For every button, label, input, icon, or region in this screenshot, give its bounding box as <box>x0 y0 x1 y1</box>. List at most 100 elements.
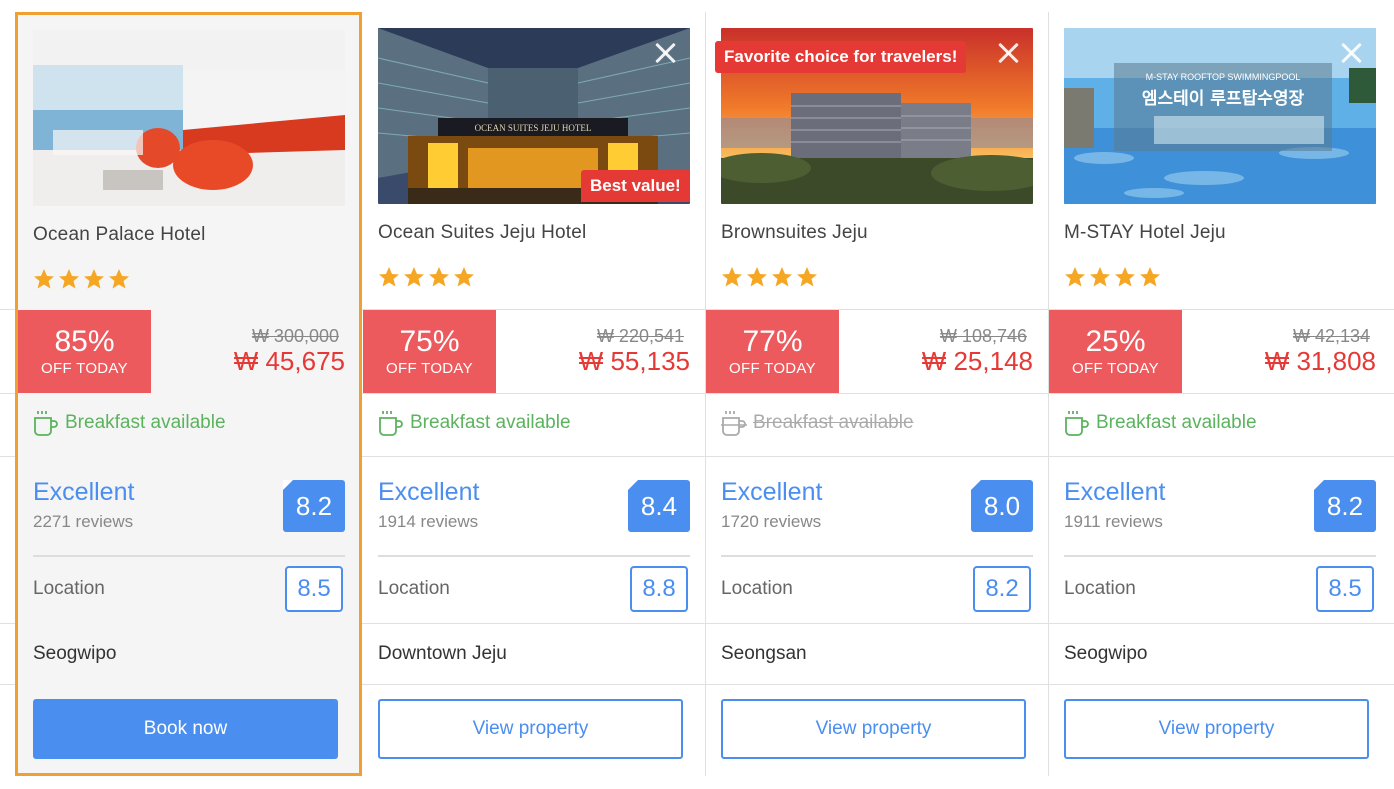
discount-label: OFF TODAY <box>729 360 816 377</box>
discount-label: OFF TODAY <box>41 360 128 377</box>
breakfast-label: Breakfast available <box>753 412 914 433</box>
column-divider <box>705 12 706 776</box>
discount-badge: 75% OFF TODAY <box>363 310 496 393</box>
section-divider <box>378 555 690 557</box>
star-rating <box>377 265 476 289</box>
review-count[interactable]: 1720 reviews <box>721 512 821 532</box>
breakfast-info: Breakfast available <box>1064 409 1257 437</box>
review-score: 8.2 <box>1314 480 1376 532</box>
discount-percent: 77% <box>742 325 803 358</box>
original-price: ₩ 300,000 <box>251 326 339 346</box>
star-rating <box>720 265 819 289</box>
district: Seogwipo <box>1064 643 1148 664</box>
discount-badge: 77% OFF TODAY <box>706 310 839 393</box>
hotel-name[interactable]: Brownsuites Jeju <box>721 222 868 244</box>
discounted-price: ₩ 45,675 <box>233 346 345 376</box>
close-icon[interactable] <box>650 38 680 68</box>
breakfast-info: Breakfast available <box>33 409 226 437</box>
hotel-photo[interactable] <box>33 30 345 206</box>
location-label: Location <box>33 578 105 599</box>
location-label: Location <box>378 578 450 599</box>
book-now-button[interactable]: Book now <box>33 699 338 759</box>
breakfast-info: Breakfast available <box>721 409 914 437</box>
star-icon <box>109 269 129 289</box>
rating-word: Excellent <box>33 478 135 506</box>
star-icon <box>404 267 424 287</box>
review-count[interactable]: 2271 reviews <box>33 512 133 532</box>
location-score: 8.2 <box>973 566 1031 612</box>
coffee-cup-icon <box>1065 411 1089 436</box>
discount-badge: 25% OFF TODAY <box>1049 310 1182 393</box>
view-property-button[interactable]: View property <box>378 699 683 759</box>
view-property-button[interactable]: View property <box>1064 699 1369 759</box>
breakfast-label: Breakfast available <box>65 412 226 433</box>
star-rating <box>32 267 131 291</box>
district: Seongsan <box>721 643 807 664</box>
star-icon <box>59 269 79 289</box>
section-divider <box>33 555 345 557</box>
location-label: Location <box>721 578 793 599</box>
review-score: 8.0 <box>971 480 1033 532</box>
discount-badge: 85% OFF TODAY <box>18 310 151 393</box>
district: Downtown Jeju <box>378 643 507 664</box>
discount-percent: 85% <box>54 325 115 358</box>
discounted-price: ₩ 25,148 <box>921 346 1033 376</box>
review-count[interactable]: 1914 reviews <box>378 512 478 532</box>
discount-percent: 75% <box>399 325 460 358</box>
photo-sign-text: OCEAN SUITES JEJU HOTEL <box>475 123 592 133</box>
star-icon <box>1065 267 1085 287</box>
breakfast-label: Breakfast available <box>410 412 571 433</box>
hotel-name[interactable]: M-STAY Hotel Jeju <box>1064 222 1226 244</box>
breakfast-info: Breakfast available <box>378 409 571 437</box>
best-value-badge: Best value! <box>581 170 690 202</box>
district: Seogwipo <box>33 643 117 664</box>
star-icon <box>1090 267 1110 287</box>
column-divider <box>1048 12 1049 776</box>
original-price: ₩ 108,746 <box>939 326 1027 346</box>
star-icon <box>797 267 817 287</box>
star-icon <box>747 267 767 287</box>
review-score: 8.4 <box>628 480 690 532</box>
location-score: 8.5 <box>285 566 343 612</box>
coffee-cup-icon <box>721 411 747 436</box>
star-rating <box>1063 265 1162 289</box>
section-divider <box>721 555 1033 557</box>
hotel-name[interactable]: Ocean Suites Jeju Hotel <box>378 222 586 244</box>
rating-word: Excellent <box>378 478 480 506</box>
rating-word: Excellent <box>1064 478 1166 506</box>
discount-percent: 25% <box>1085 325 1146 358</box>
original-price: ₩ 220,541 <box>596 326 684 346</box>
location-score: 8.8 <box>630 566 688 612</box>
star-icon <box>84 269 104 289</box>
close-icon[interactable] <box>993 38 1023 68</box>
location-label: Location <box>1064 578 1136 599</box>
discounted-price: ₩ 55,135 <box>578 346 690 376</box>
discount-label: OFF TODAY <box>386 360 473 377</box>
close-icon[interactable] <box>1336 38 1366 68</box>
discounted-price: ₩ 31,808 <box>1264 346 1376 376</box>
review-score: 8.2 <box>283 480 345 532</box>
star-icon <box>1140 267 1160 287</box>
coffee-cup-icon <box>379 411 403 436</box>
star-icon <box>1115 267 1135 287</box>
location-score: 8.5 <box>1316 566 1374 612</box>
star-icon <box>722 267 742 287</box>
star-icon <box>379 267 399 287</box>
breakfast-label: Breakfast available <box>1096 412 1257 433</box>
photo-banner-korean: 엠스테이 루프탑수영장 <box>1142 88 1305 109</box>
original-price: ₩ 42,134 <box>1292 326 1370 346</box>
hotel-name[interactable]: Ocean Palace Hotel <box>33 224 206 246</box>
section-divider <box>1064 555 1376 557</box>
photo-banner-title: M-STAY ROOFTOP SWIMMINGPOOL <box>1146 72 1301 82</box>
coffee-cup-icon <box>34 411 58 436</box>
hotel-photo[interactable]: M-STAY ROOFTOP SWIMMINGPOOL 엠스테이 루프탑수영장 <box>1064 28 1376 204</box>
view-property-button[interactable]: View property <box>721 699 1026 759</box>
discount-label: OFF TODAY <box>1072 360 1159 377</box>
star-icon <box>454 267 474 287</box>
star-icon <box>772 267 792 287</box>
star-icon <box>429 267 449 287</box>
favorite-choice-badge: Favorite choice for travelers! <box>715 41 967 73</box>
rating-word: Excellent <box>721 478 823 506</box>
review-count[interactable]: 1911 reviews <box>1064 512 1163 532</box>
star-icon <box>34 269 54 289</box>
